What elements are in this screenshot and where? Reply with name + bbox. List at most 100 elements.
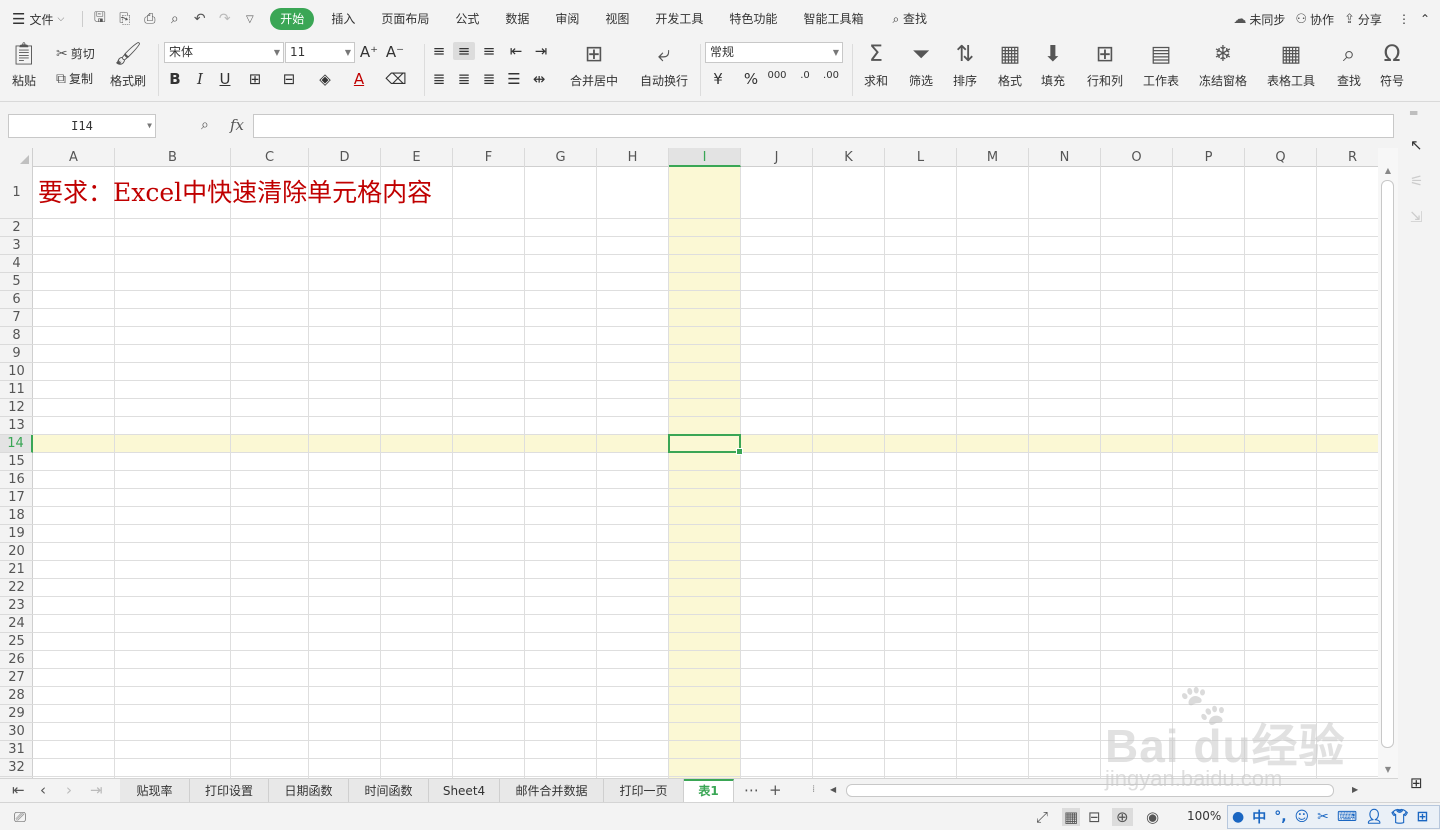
column-header-r[interactable]: R <box>1317 148 1378 167</box>
font-name-select[interactable]: 宋体 ▼ <box>164 42 284 63</box>
collaborate-button[interactable]: ⚇ 协作 <box>1295 11 1334 28</box>
tab-special-features[interactable]: 特色功能 <box>716 8 790 30</box>
row-header-21[interactable]: 21 <box>0 561 33 579</box>
row-header-19[interactable]: 19 <box>0 525 33 543</box>
ime-logo-icon[interactable]: ● <box>1232 809 1244 825</box>
add-sheet-icon[interactable]: + <box>769 781 782 799</box>
file-menu[interactable]: ☰ 文件 ⌵ <box>12 10 64 28</box>
row-header-29[interactable]: 29 <box>0 705 33 723</box>
tab-smart-toolbox[interactable]: 智能工具箱 <box>790 8 876 30</box>
tab-formulas[interactable]: 公式 <box>442 8 492 30</box>
italic-icon[interactable]: I <box>189 70 211 88</box>
customize-dropdown-icon[interactable]: ▽ <box>237 14 262 25</box>
row-header-2[interactable]: 2 <box>0 219 33 237</box>
column-header-b[interactable]: B <box>115 148 231 167</box>
distributed-align-icon[interactable]: ⇹ <box>528 70 550 88</box>
sheet-tab[interactable]: 打印设置 <box>190 779 269 803</box>
name-box[interactable]: I14 ▼ <box>8 114 156 138</box>
zoom-level[interactable]: 100% <box>1187 809 1221 823</box>
fullscreen-icon[interactable]: ⤢ <box>1036 808 1048 826</box>
row-header-7[interactable]: 7 <box>0 309 33 327</box>
ime-skin-icon[interactable]: 👕︎ <box>1391 809 1409 825</box>
row-header-9[interactable]: 9 <box>0 345 33 363</box>
sheet-tab[interactable]: Sheet4 <box>429 779 500 803</box>
decrease-decimal-icon[interactable]: .00 <box>820 70 842 81</box>
row-header-24[interactable]: 24 <box>0 615 33 633</box>
increase-font-icon[interactable]: A⁺ <box>358 43 380 61</box>
row-header-31[interactable]: 31 <box>0 741 33 759</box>
merge-center-button[interactable]: ⊞ 合并居中 <box>570 40 618 89</box>
formula-input[interactable] <box>253 114 1394 138</box>
column-header-o[interactable]: O <box>1101 148 1173 167</box>
increase-indent-icon[interactable]: ⇥ <box>530 42 552 60</box>
row-column-button[interactable]: ⊞ 行和列 <box>1087 40 1123 89</box>
prev-sheet-icon[interactable]: ‹ <box>40 781 46 799</box>
collapse-panel-icon[interactable]: ═ <box>1410 106 1417 120</box>
sum-button[interactable]: Σ 求和 <box>864 40 888 89</box>
worksheet-button[interactable]: ▤ 工作表 <box>1143 40 1179 89</box>
scroll-right-icon[interactable]: ▶ <box>1352 785 1358 794</box>
tab-page-layout[interactable]: 页面布局 <box>368 8 442 30</box>
column-header-g[interactable]: G <box>525 148 597 167</box>
scroll-down-icon[interactable]: ▼ <box>1378 765 1398 774</box>
ime-user-icon[interactable]: 👤︎ <box>1365 809 1383 825</box>
ime-language-toggle[interactable]: 中 <box>1252 807 1266 827</box>
tab-developer[interactable]: 开发工具 <box>642 8 716 30</box>
table-tools-button[interactable]: ▦ 表格工具 <box>1267 40 1315 89</box>
print-icon[interactable]: ⎙ <box>137 11 162 27</box>
filter-button[interactable]: ⏷ 筛选 <box>909 40 933 89</box>
borders-icon[interactable]: ⊞ <box>244 70 266 88</box>
decrease-indent-icon[interactable]: ⇤ <box>505 42 527 60</box>
row-header-30[interactable]: 30 <box>0 723 33 741</box>
align-center-icon[interactable]: ≣ <box>453 70 475 88</box>
column-header-f[interactable]: F <box>453 148 525 167</box>
paste-button[interactable]: 📋︎ 粘贴 <box>10 40 38 89</box>
reading-mode-icon[interactable]: ⊕ <box>1112 808 1133 826</box>
row-header-17[interactable]: 17 <box>0 489 33 507</box>
split-handle-icon[interactable]: ⁞ <box>812 784 815 795</box>
sheet-tab[interactable]: 贴现率 <box>120 779 190 803</box>
tab-review[interactable]: 审阅 <box>542 8 592 30</box>
vertical-scrollbar[interactable]: ▲ ▼ <box>1378 148 1398 778</box>
row-header-26[interactable]: 26 <box>0 651 33 669</box>
font-color-icon[interactable]: A <box>348 70 370 88</box>
column-header-e[interactable]: E <box>381 148 453 167</box>
page-break-view-icon[interactable]: ⊟ <box>1088 808 1101 826</box>
sort-button[interactable]: ⇅ 排序 <box>953 40 977 89</box>
scroll-up-icon[interactable]: ▲ <box>1378 166 1398 175</box>
align-middle-icon[interactable]: ≡ <box>453 42 475 60</box>
column-header-k[interactable]: K <box>813 148 885 167</box>
row-header-11[interactable]: 11 <box>0 381 33 399</box>
underline-icon[interactable]: U <box>214 70 236 88</box>
row-header-23[interactable]: 23 <box>0 597 33 615</box>
format-painter-button[interactable]: 🖌︎ 格式刷 <box>110 40 146 89</box>
ime-punctuation-icon[interactable]: °, <box>1274 809 1286 825</box>
ime-menu-icon[interactable]: ⊞ <box>1417 809 1429 825</box>
normal-view-icon[interactable]: ▦ <box>1062 808 1081 826</box>
symbol-button[interactable]: Ω 符号 <box>1380 40 1404 89</box>
number-format-select[interactable]: 常规 ▼ <box>705 42 843 63</box>
column-header-i[interactable]: I <box>669 148 741 167</box>
column-header-d[interactable]: D <box>309 148 381 167</box>
ime-tools-icon[interactable]: ✂ <box>1317 809 1329 825</box>
last-sheet-icon[interactable]: ⇥ <box>90 781 103 799</box>
row-header-28[interactable]: 28 <box>0 687 33 705</box>
freeze-panes-button[interactable]: ❄ 冻结窗格 <box>1199 40 1247 89</box>
cut-button[interactable]: ✂ 剪切 <box>56 45 95 62</box>
ime-emoji-icon[interactable]: ☺ <box>1295 809 1310 825</box>
print-preview-icon[interactable]: ⌕ <box>162 11 187 27</box>
row-header-13[interactable]: 13 <box>0 417 33 435</box>
sheet-tab[interactable]: 时间函数 <box>349 779 429 803</box>
select-cursor-icon[interactable]: ↖ <box>1410 136 1423 154</box>
row-header-6[interactable]: 6 <box>0 291 33 309</box>
active-cell-i14[interactable] <box>668 434 743 455</box>
wrap-text-button[interactable]: ⤶ 自动换行 <box>640 40 688 89</box>
align-top-icon[interactable]: ≡ <box>428 42 450 60</box>
fill-color-icon[interactable]: ◈ <box>314 70 336 88</box>
row-header-18[interactable]: 18 <box>0 507 33 525</box>
row-header-1[interactable]: 1 <box>0 167 33 219</box>
cell-style-icon[interactable]: ⊟ <box>278 70 300 88</box>
sheet-tab-active[interactable]: 表1 <box>684 779 734 803</box>
row-header-16[interactable]: 16 <box>0 471 33 489</box>
first-sheet-icon[interactable]: ⇤ <box>12 781 25 799</box>
